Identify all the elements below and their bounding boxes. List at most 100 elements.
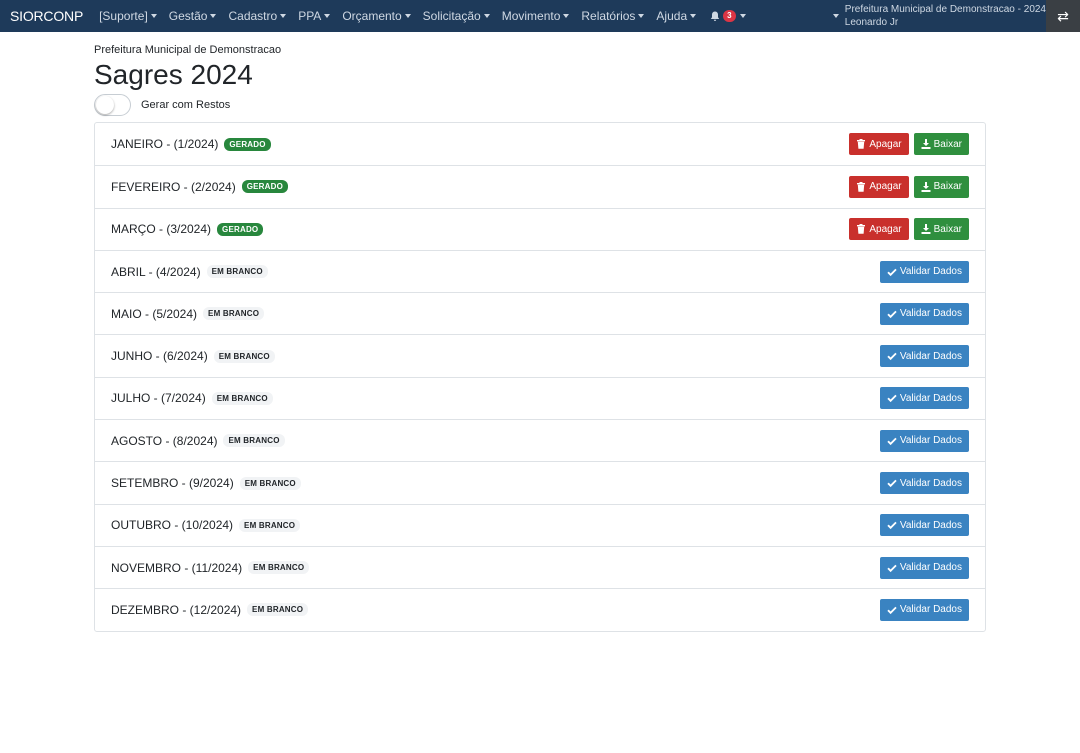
month-label: FEVEREIRO - (2/2024) — [111, 179, 236, 194]
nav-menu-label: Cadastro — [228, 9, 278, 23]
swap-button[interactable]: ⇄ — [1046, 0, 1080, 32]
month-row: DEZEMBRO - (12/2024) EM BRANCO Validar Dad… — [95, 588, 985, 630]
month-label: MARÇO - (3/2024) — [111, 222, 212, 237]
nav-menu-label: PPA — [298, 9, 322, 23]
download-label: Baixar — [933, 181, 962, 193]
restos-toggle[interactable] — [94, 94, 131, 116]
nav-menu-label: Orçamento — [342, 9, 402, 23]
nav-menu-item[interactable]: PPA — [292, 0, 336, 32]
delete-label: Apagar — [869, 181, 902, 193]
nav-menu-item[interactable]: Cadastro — [222, 0, 292, 32]
validate-button[interactable]: Validar Dados — [879, 598, 969, 621]
nav-menu-label: Ajuda — [656, 9, 688, 23]
check-icon — [887, 352, 897, 361]
month-label: NOVEMBRO - (11/2024) — [111, 560, 243, 575]
status-badge: EM BRANCO — [247, 603, 309, 617]
validate-button[interactable]: Validar Dados — [879, 556, 969, 579]
notification-count-badge: 3 — [723, 10, 736, 22]
month-row: JULHO - (7/2024) EM BRANCO Validar Dados — [95, 376, 985, 419]
brand-logo[interactable]: SIORCONP — [0, 8, 83, 24]
status-badge: GERADO — [224, 137, 271, 151]
main-menu: [Suporte] Gestão Cadastro PPA Orçamento Solic… — [93, 0, 702, 32]
chevron-down-icon — [739, 14, 746, 18]
bell-icon — [710, 11, 720, 21]
top-navbar: SIORCONP [Suporte] Gestão Cadastro PPA Orçam… — [0, 0, 1080, 32]
validate-label: Validar Dados — [899, 350, 962, 362]
chevron-down-icon — [150, 14, 157, 18]
validate-button[interactable]: Validar Dados — [879, 260, 969, 283]
month-row: MAIO - (5/2024) EM BRANCO Validar Dados — [95, 292, 985, 334]
validate-button[interactable]: Validar Dados — [879, 514, 969, 537]
nav-menu-label: Relatórios — [581, 9, 636, 23]
download-button[interactable]: Baixar — [913, 218, 969, 241]
month-label: JANEIRO - (1/2024) — [111, 137, 219, 152]
nav-menu-item[interactable]: [Suporte] — [93, 0, 163, 32]
nav-menu-item[interactable]: Solicitação — [417, 0, 496, 32]
validate-button[interactable]: Validar Dados — [879, 302, 969, 325]
month-row: JUNHO - (6/2024) EM BRANCO Validar Dados — [95, 334, 985, 376]
status-badge: GERADO — [241, 180, 289, 194]
chevron-down-icon — [280, 14, 287, 18]
nav-menu-item[interactable]: Movimento — [496, 0, 576, 32]
check-icon — [887, 310, 897, 318]
delete-button[interactable]: Apagar — [849, 133, 909, 156]
month-row: MARÇO - (3/2024) GERADO Apagar Baixar — [95, 207, 985, 250]
chevron-down-icon — [832, 14, 839, 18]
download-button[interactable]: Baixar — [913, 133, 969, 156]
validate-label: Validar Dados — [899, 604, 962, 616]
nav-menu-item[interactable]: Gestão — [163, 0, 223, 32]
validate-button[interactable]: Validar Dados — [879, 429, 969, 452]
status-badge: EM BRANCO — [211, 391, 273, 405]
status-badge: EM BRANCO — [248, 561, 310, 575]
chevron-down-icon — [404, 14, 411, 18]
check-icon — [887, 564, 897, 572]
nav-menu-item[interactable]: Ajuda — [650, 0, 702, 32]
check-icon — [887, 479, 897, 488]
chevron-down-icon — [483, 14, 490, 18]
nav-menu-label: [Suporte] — [99, 9, 148, 23]
status-badge: EM BRANCO — [203, 307, 265, 321]
status-badge: EM BRANCO — [213, 349, 275, 363]
trash-icon — [857, 224, 866, 235]
chevron-down-icon — [563, 14, 570, 18]
download-button[interactable]: Baixar — [913, 175, 969, 198]
chevron-down-icon — [638, 14, 645, 18]
month-row: ABRIL - (4/2024) EM BRANCO Validar Dados — [95, 249, 985, 292]
trash-icon — [857, 181, 866, 192]
validate-label: Validar Dados — [899, 266, 962, 278]
delete-label: Apagar — [869, 223, 902, 235]
main-content: Prefeitura Municipal de Demonstracao Sag… — [94, 32, 986, 632]
download-icon — [921, 224, 931, 235]
month-row: AGOSTO - (8/2024) EM BRANCO Validar Dados — [95, 419, 985, 461]
check-icon — [887, 606, 897, 614]
month-label: SETEMBRO - (9/2024) — [111, 476, 234, 491]
delete-button[interactable]: Apagar — [849, 175, 909, 198]
delete-button[interactable]: Apagar — [849, 218, 909, 241]
validate-label: Validar Dados — [899, 519, 962, 531]
user-menu[interactable]: Prefeitura Municipal de Demonstracao - 2… — [832, 0, 1046, 32]
org-name: Prefeitura Municipal de Demonstracao - 2… — [844, 4, 1046, 15]
status-badge: EM BRANCO — [223, 434, 285, 448]
status-badge: GERADO — [217, 222, 264, 236]
validate-button[interactable]: Validar Dados — [879, 472, 969, 495]
validate-label: Validar Dados — [899, 562, 962, 574]
download-label: Baixar — [933, 138, 962, 150]
month-label: MAIO - (5/2024) — [111, 306, 198, 321]
validate-label: Validar Dados — [899, 392, 962, 404]
month-row: SETEMBRO - (9/2024) EM BRANCO Validar Dado… — [95, 461, 985, 503]
notifications-button[interactable]: 3 — [702, 0, 749, 32]
download-icon — [921, 139, 931, 150]
validate-button[interactable]: Validar Dados — [879, 345, 969, 368]
status-badge: EM BRANCO — [239, 518, 301, 532]
status-badge: EM BRANCO — [239, 476, 301, 490]
download-label: Baixar — [933, 223, 962, 235]
month-row: JANEIRO - (1/2024) GERADO Apagar Baixar — [95, 123, 985, 165]
swap-icon: ⇄ — [1057, 7, 1069, 24]
nav-menu-item[interactable]: Relatórios — [575, 0, 650, 32]
validate-button[interactable]: Validar Dados — [879, 387, 969, 410]
month-row: FEVEREIRO - (2/2024) GERADO Apagar Baixar — [95, 165, 985, 207]
month-row: NOVEMBRO - (11/2024) EM BRANCO Validar Dad… — [95, 545, 985, 588]
user-name: Leonardo Jr — [844, 17, 899, 28]
nav-menu-item[interactable]: Orçamento — [336, 0, 416, 32]
chevron-down-icon — [690, 14, 697, 18]
